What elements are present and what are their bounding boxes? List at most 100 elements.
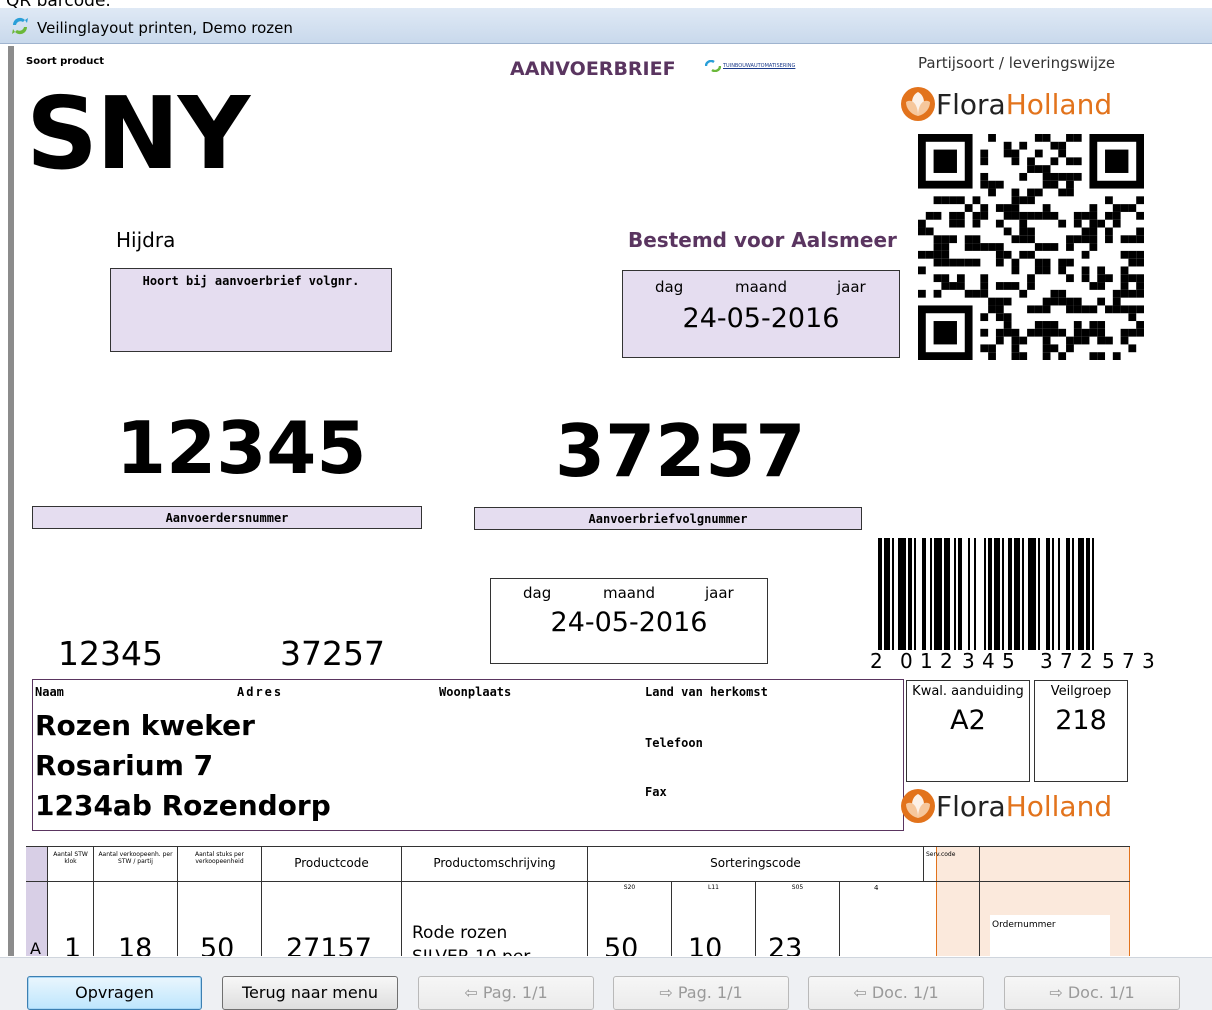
aanvoerdersnummer-small: 12345 xyxy=(58,634,163,673)
header-aantal-stuks: Aantal stuks per verkoopeenheid xyxy=(195,851,244,865)
address-lines: Rozen kweker Rosarium 7 1234ab Rozendorp xyxy=(35,706,331,826)
barcode-digit: 2 xyxy=(940,649,953,673)
header-title: AANVOERBRIEF xyxy=(510,58,676,80)
header-productcode: Productcode xyxy=(294,856,369,870)
barcode-digit: 3 xyxy=(1142,649,1155,673)
label-woonplaats: Woonplaats xyxy=(439,685,512,699)
volgnummer-big: 37257 xyxy=(555,409,806,493)
col-serv: Serv.code xyxy=(924,847,980,956)
veilgroep-box: Veilgroep 218 xyxy=(1034,680,1128,782)
barcode-digit: 5 xyxy=(1002,649,1015,673)
volgnummer-label: Aanvoerbriefvolgnummer xyxy=(588,512,748,526)
title-bar: Veilinglayout printen, Demo rozen xyxy=(0,8,1212,44)
cell-aantal-stuks: 50 xyxy=(200,933,235,956)
terug-label: Terug naar menu xyxy=(242,983,378,1002)
floraholland-logo: Flora Holland xyxy=(900,86,1112,122)
header-aantal-stw: Aantal STW klok xyxy=(53,851,88,865)
label-land: Land van herkomst xyxy=(645,685,768,699)
grower-name: Hijdra xyxy=(116,228,176,252)
arrow-right-icon: ⇨ xyxy=(1049,983,1068,1002)
barcode-digit: 7 xyxy=(1122,649,1135,673)
kwal-label: Kwal. aanduiding xyxy=(912,684,1024,699)
address-line-street: Rosarium 7 xyxy=(35,749,214,782)
sort-value-1: 50 xyxy=(604,933,639,956)
date-box-document: dag maand jaar 24-05-2016 xyxy=(490,578,768,664)
product-table: Aantal STW klok Aantal verkoopeenh. per … xyxy=(26,846,1130,956)
sort-code-2: L11 xyxy=(708,884,719,891)
barcode-digit: 1 xyxy=(920,649,933,673)
next-page-button[interactable]: ⇨ Pag. 1/1 xyxy=(613,976,789,1010)
barcode-digit: 7 xyxy=(1060,649,1073,673)
date-label-dag: dag xyxy=(655,278,684,296)
aanvoerdersnummer-label: Aanvoerdersnummer xyxy=(165,511,289,525)
cell-omschrijving: Rode rozen xyxy=(412,923,508,943)
doc-next-label: Doc. 1/1 xyxy=(1067,983,1135,1002)
sort-cell-2: L11 10 xyxy=(672,881,756,956)
sort-value-3: 23 xyxy=(768,933,803,956)
address-line-city: 1234ab Rozendorp xyxy=(35,789,331,822)
kwal-value: A2 xyxy=(950,705,986,736)
logo-text-flora: Flora xyxy=(936,87,1006,121)
pag-prev-label: Pag. 1/1 xyxy=(482,983,548,1002)
header-serv: Serv.code xyxy=(926,851,956,858)
next-doc-button[interactable]: ⇨ Doc. 1/1 xyxy=(1004,976,1180,1010)
aanvoerbrief-document: Soort product SNY AANVOERBRIEF TUINBOUWA… xyxy=(18,46,1208,956)
arrow-left-icon: ⇦ xyxy=(464,983,483,1002)
sort-code-4: 4 xyxy=(874,884,879,892)
row-letter: A xyxy=(30,939,41,956)
partijsoort-label: Partijsoort / leveringswijze xyxy=(918,54,1116,72)
logo2-text-flora: Flora xyxy=(936,789,1006,823)
sort-cell-3: S05 23 xyxy=(756,881,840,956)
date2-label-dag: dag xyxy=(523,584,552,602)
previous-doc-button[interactable]: ⇦ Doc. 1/1 xyxy=(808,976,984,1010)
ordernummer-label: Ordernummer xyxy=(992,920,1056,930)
date-label-jaar: jaar xyxy=(837,278,866,296)
label-telefoon: Telefoon xyxy=(645,736,703,750)
hoort-bij-label: Hoort bij aanvoerbrief volgnr. xyxy=(142,274,360,288)
cell-productcode: 27157 xyxy=(286,933,372,956)
pag-next-label: Pag. 1/1 xyxy=(677,983,743,1002)
opvragen-label: Opvragen xyxy=(75,983,154,1002)
app-icon xyxy=(12,17,28,35)
veilgroep-value: 218 xyxy=(1055,705,1107,736)
floraholland-flower-icon-bottom xyxy=(901,789,935,823)
bestemd-voor: Bestemd voor Aalsmeer xyxy=(628,228,897,252)
volgnummer-label-box: Aanvoerbriefvolgnummer xyxy=(474,507,862,530)
ordernummer-field: Ordernummer xyxy=(990,915,1110,956)
previous-page-button[interactable]: ⇦ Pag. 1/1 xyxy=(418,976,594,1010)
floraholland-flower-icon xyxy=(901,87,935,121)
barcode-digit: 2 xyxy=(1080,649,1093,673)
label-adres: Adres xyxy=(237,685,284,699)
address-box: Naam Adres Woonplaats Land van herkomst … xyxy=(32,679,904,831)
opvragen-button[interactable]: Opvragen xyxy=(27,976,202,1010)
header-omschrijving: Productomschrijving xyxy=(433,856,556,870)
product-code: SNY xyxy=(26,75,250,192)
doc-prev-label: Doc. 1/1 xyxy=(871,983,939,1002)
barcode-digit: 3 xyxy=(1040,649,1053,673)
label-naam: Naam xyxy=(35,685,64,699)
sort-value-2: 10 xyxy=(688,933,723,956)
veilgroep-label: Veilgroep xyxy=(1050,684,1112,699)
aanvoerdersnummer-big: 12345 xyxy=(116,406,367,490)
barcode-digit: 2 xyxy=(870,649,883,673)
date-box-destination: dag maand jaar 24-05-2016 xyxy=(622,270,900,358)
address-line-name: Rozen kweker xyxy=(35,709,255,742)
soort-product-label: Soort product xyxy=(26,56,105,67)
floraholland-logo-bottom: Flora Holland xyxy=(900,788,1112,824)
app-window: QR barcode. Veilinglayout printen, Demo … xyxy=(0,0,1212,1010)
barcode-digit: 3 xyxy=(962,649,975,673)
header-logo: TUINBOUWAUTOMATISERING xyxy=(705,60,795,72)
header-logo-text: TUINBOUWAUTOMATISERING xyxy=(723,63,796,69)
col-sortering-header: Sorteringscode xyxy=(588,847,924,881)
cell-omschrijving-2: SILVER 10 per xyxy=(412,947,530,956)
hoort-bij-box: Hoort bij aanvoerbrief volgnr. xyxy=(110,268,392,352)
label-fax: Fax xyxy=(645,785,667,799)
date-value: 24-05-2016 xyxy=(682,303,840,334)
cell-aantal-verk: 18 xyxy=(118,933,153,956)
cell-aantal-stw: 1 xyxy=(64,933,82,956)
terug-naar-menu-button[interactable]: Terug naar menu xyxy=(222,976,398,1010)
date2-label-jaar: jaar xyxy=(705,584,734,602)
window-title: Veilinglayout printen, Demo rozen xyxy=(37,19,293,37)
logo2-text-holland: Holland xyxy=(1005,789,1113,823)
sort-code-3: S05 xyxy=(791,884,804,891)
